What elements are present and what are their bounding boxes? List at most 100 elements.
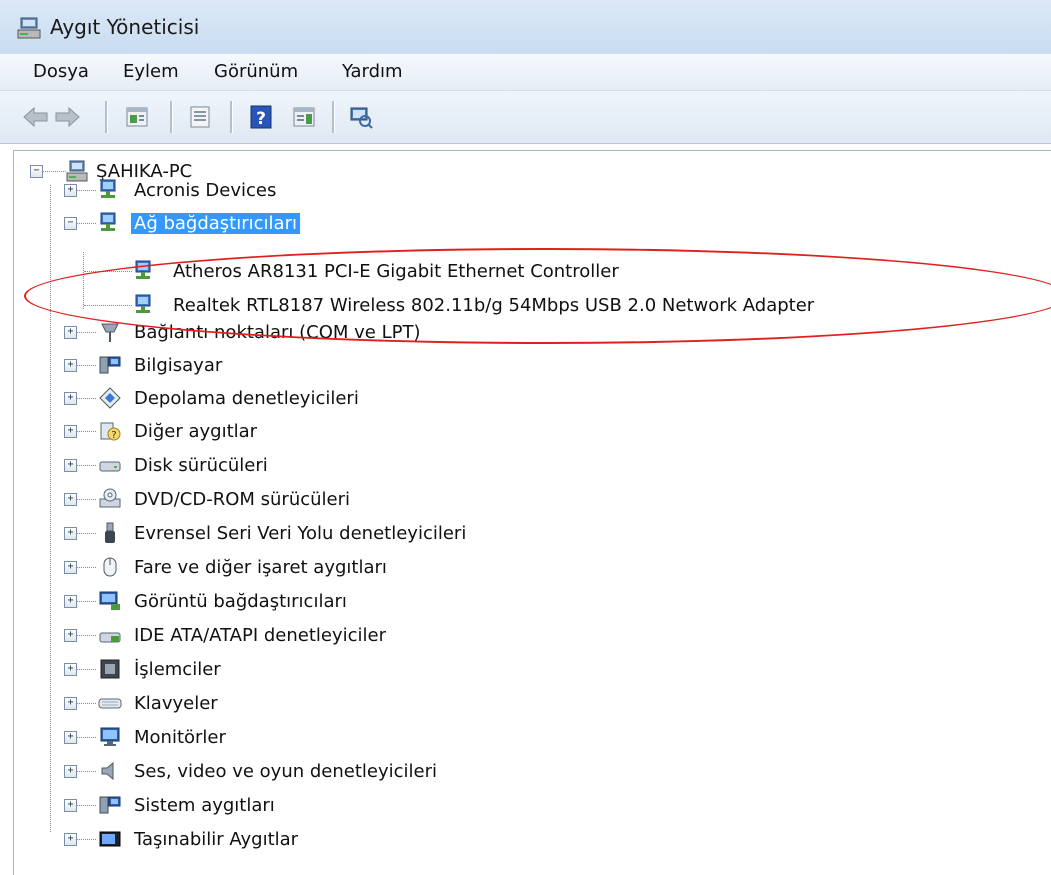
tree-category-evrensel-seri-veri-yolu-denetleyicileri[interactable]: + Evrensel Seri Veri Yolu denetleyicileri [14, 517, 714, 551]
device-tree: − ŞAHIKA-PC + Acronis Devices − Ağ bağdaştı… [13, 150, 1051, 875]
tree-category-label: Taşınabilir Aygıtlar [134, 829, 299, 850]
tree-connector [76, 839, 96, 840]
tree-connector [76, 365, 96, 366]
tree-connector [76, 737, 96, 738]
tree-category-goruntu-bagdastiricilari[interactable]: + Görüntü bağdaştırıcıları [14, 585, 714, 619]
tree-connector [76, 332, 96, 333]
dvd-drive-icon [99, 488, 121, 508]
tree-connector [76, 398, 96, 399]
sound-icon [101, 761, 114, 781]
show-hide-icon[interactable] [185, 102, 215, 132]
tree-device-row[interactable]: Realtek RTL8187 Wireless 802.11b/g 54Mbp… [14, 289, 914, 323]
tree-category-label: Klavyeler [134, 693, 218, 714]
forward-icon[interactable] [52, 102, 82, 132]
tree-category-label: Acronis Devices [134, 180, 277, 201]
computer-icon [99, 356, 121, 374]
monitor-icon [100, 727, 120, 746]
svg-text:?: ? [111, 430, 116, 441]
port-icon [101, 323, 119, 342]
tree-connector [76, 533, 96, 534]
tree-category-label: Ses, video ve oyun denetleyicileri [134, 761, 438, 782]
tree-category-depolama-denetleyicileri[interactable]: + Depolama denetleyicileri [14, 382, 714, 416]
action-pane-icon[interactable] [289, 102, 319, 132]
tree-category-monitorler[interactable]: + Monitörler [14, 721, 714, 755]
network-icon [100, 212, 116, 231]
tree-connector [76, 465, 96, 466]
menu-help[interactable]: Yardım [342, 61, 403, 82]
tree-category-dvd-cd-rom-suruculeri[interactable]: + DVD/CD-ROM sürücüleri [14, 483, 714, 517]
tree-connector [76, 669, 96, 670]
tree-category-label: Sistem aygıtları [134, 795, 275, 816]
tree-category-label: Disk sürücüleri [134, 455, 268, 476]
network-adapter-icon [135, 294, 151, 313]
menu-bar: Dosya Eylem Görünüm Yardım [0, 54, 1051, 91]
tree-connector [76, 601, 96, 602]
unknown-device-icon: ? [100, 422, 121, 441]
tree-category-diger-aygitlar[interactable]: +? Diğer aygıtlar [14, 415, 714, 449]
tree-category-label: Fare ve diğer işaret aygıtları [134, 557, 387, 578]
help-icon[interactable]: ? [246, 102, 276, 132]
display-adapter-icon [99, 591, 120, 610]
system-icon [99, 796, 121, 814]
network-adapter-icon [135, 260, 151, 279]
tree-connector [76, 431, 96, 432]
ide-controller-icon [99, 632, 121, 643]
menu-file[interactable]: Dosya [33, 61, 89, 82]
network-icon [100, 179, 116, 198]
tree-connector [84, 271, 132, 272]
tree-category-tasinabilir-aygitlar[interactable]: + Taşınabilir Aygıtlar [14, 823, 714, 857]
properties-icon[interactable] [122, 102, 152, 132]
tree-category-ag-bagdastiricilari[interactable]: − Ağ bağdaştırıcıları [14, 207, 714, 241]
tree-connector [76, 567, 96, 568]
tree-connector [76, 223, 96, 224]
toolbar-separator [230, 101, 233, 133]
tree-category-islemciler[interactable]: + İşlemciler [14, 653, 714, 687]
scan-hardware-icon[interactable] [345, 102, 375, 132]
mouse-icon [103, 557, 117, 577]
tree-category-label: Depolama denetleyicileri [134, 388, 359, 409]
tree-category-label: Evrensel Seri Veri Yolu denetleyicileri [134, 523, 467, 544]
toolbar-separator [170, 101, 173, 133]
tree-category-label: Görüntü bağdaştırıcıları [134, 591, 347, 612]
tree-category-label: Bağlantı noktaları (COM ve LPT) [134, 322, 421, 343]
toolbar: ? [0, 91, 1051, 144]
svg-text:?: ? [256, 109, 266, 129]
tree-connector [76, 703, 96, 704]
tree-category-disk-suruculeri[interactable]: + Disk sürücüleri [14, 449, 714, 483]
tree-category-ide-ata-atapi-denetleyiciler[interactable]: + IDE ATA/ATAPI denetleyiciler [14, 619, 714, 653]
tree-category-klavyeler[interactable]: + Klavyeler [14, 687, 714, 721]
storage-controller-icon [99, 387, 121, 409]
tree-connector [76, 771, 96, 772]
title-bar: Aygıt Yöneticisi [0, 0, 1051, 54]
tree-category-ses-video-ve-oyun-denetleyicileri[interactable]: + Ses, video ve oyun denetleyicileri [14, 755, 714, 789]
tree-category-fare-ve-diger-isaret-aygitlari[interactable]: + Fare ve diğer işaret aygıtları [14, 551, 714, 585]
tree-category-label: Diğer aygıtlar [134, 421, 258, 442]
tree-connector [76, 499, 96, 500]
tree-category-label: Ağ bağdaştırıcıları [131, 213, 300, 234]
tree-category-label: Bilgisayar [134, 355, 223, 376]
tree-connector [76, 635, 96, 636]
tree-device-row[interactable]: Atheros AR8131 PCI-E Gigabit Ethernet Co… [14, 255, 914, 289]
tree-connector [42, 171, 66, 172]
back-icon[interactable] [21, 102, 51, 132]
tree-category-sistem-aygitlari[interactable]: + Sistem aygıtları [14, 789, 714, 823]
tree-category-label: Monitörler [134, 727, 226, 748]
device-label-atheros: Atheros AR8131 PCI-E Gigabit Ethernet Co… [173, 261, 619, 282]
usb-icon [105, 522, 115, 543]
tree-category-bilgisayar[interactable]: + Bilgisayar [14, 349, 714, 383]
tree-category-acronis-devices[interactable]: + Acronis Devices [14, 174, 714, 208]
tree-category-label: DVD/CD-ROM sürücüleri [134, 489, 351, 510]
menu-action[interactable]: Eylem [123, 61, 179, 82]
tree-category-label: İşlemciler [134, 659, 221, 680]
device-label-realtek: Realtek RTL8187 Wireless 802.11b/g 54Mbp… [173, 295, 815, 316]
menu-view[interactable]: Görünüm [214, 61, 298, 82]
disk-drive-icon [99, 461, 121, 472]
tree-connector [76, 805, 96, 806]
toolbar-separator [105, 101, 108, 133]
toolbar-separator [332, 101, 335, 133]
tree-connector [84, 305, 132, 306]
tree-category-label: IDE ATA/ATAPI denetleyiciler [134, 625, 387, 646]
device-manager-icon [17, 17, 41, 39]
window-title: Aygıt Yöneticisi [50, 15, 200, 39]
tree-connector [76, 190, 96, 191]
